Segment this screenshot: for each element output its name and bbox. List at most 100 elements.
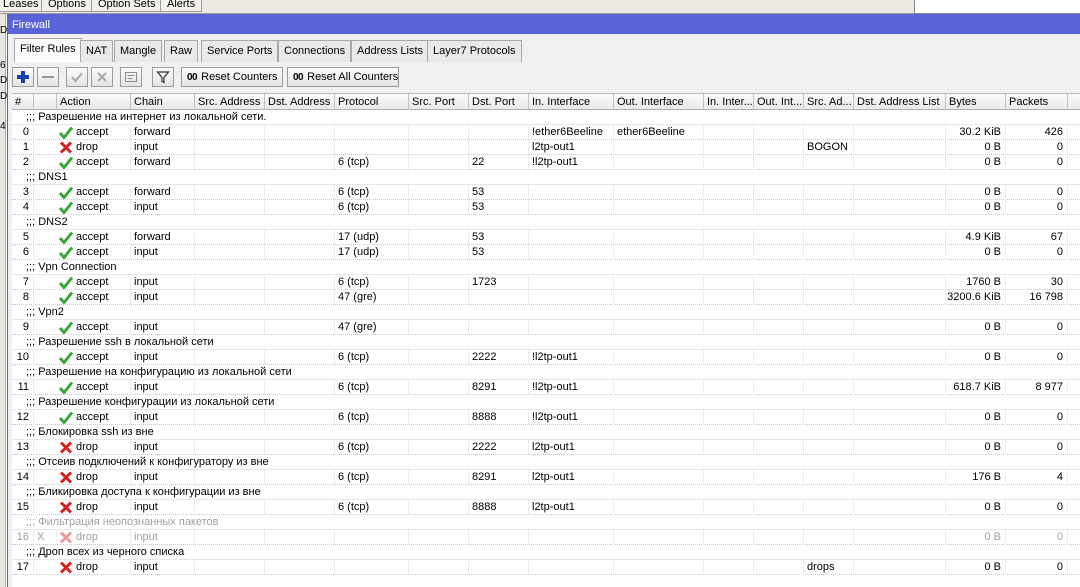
table-row[interactable]: 15 input 6 (tcp) 8888 l2tp-out1 0 B 0 drop xyxy=(12,500,1080,515)
rule-dst-address-list xyxy=(854,200,946,215)
comment-row[interactable]: ;;; Дроп всех из черного списка xyxy=(12,545,1080,560)
rule-chain: forward xyxy=(131,230,195,245)
window-title[interactable]: Firewall xyxy=(8,14,1080,34)
rule-out-interface xyxy=(614,350,704,365)
comment-button[interactable] xyxy=(120,67,142,87)
comment-row[interactable]: ;;; Отсеив подключений к конфигуратору и… xyxy=(12,455,1080,470)
rule-in-interface-list xyxy=(704,275,754,290)
column-header-src-address[interactable]: Src. Address xyxy=(195,94,265,110)
rule-chain: input xyxy=(131,200,195,215)
comment-row[interactable]: ;;; Разрешение конфигурации из локальной… xyxy=(12,395,1080,410)
bg-tab-option-sets[interactable]: Option Sets xyxy=(91,0,163,12)
column-header-in-interface-list[interactable]: In. Inter... xyxy=(704,94,754,110)
tab-layer7-protocols[interactable]: Layer7 Protocols xyxy=(427,40,522,62)
rule-dst-address xyxy=(265,185,335,200)
reset-all-counters-button[interactable]: 00 Reset All Counters xyxy=(287,67,399,87)
table-row[interactable]: 4 input 6 (tcp) 53 0 B 0 accept xyxy=(12,200,1080,215)
rule-src-address-list xyxy=(804,275,854,290)
column-header-flags[interactable] xyxy=(34,94,57,110)
bg-tab-options[interactable]: Options xyxy=(41,0,93,12)
column-header-protocol[interactable]: Protocol xyxy=(335,94,409,110)
table-row[interactable]: 13 input 6 (tcp) 2222 l2tp-out1 0 B 0 drop xyxy=(12,440,1080,455)
tab-connections[interactable]: Connections xyxy=(278,40,352,62)
column-header-action[interactable]: Action xyxy=(57,94,131,110)
table-row[interactable]: 9 input 47 (gre) 0 B 0 accept xyxy=(12,320,1080,335)
table-row[interactable]: 10 input 6 (tcp) 2222 !l2tp-out1 0 B 0 accept xyxy=(12,350,1080,365)
rule-src-address xyxy=(195,410,265,425)
comment-row[interactable]: ;;; Разрешение на конфигурацию из локаль… xyxy=(12,365,1080,380)
rule-src-port xyxy=(409,155,469,170)
tab-nat[interactable]: NAT xyxy=(80,40,114,62)
comment-row[interactable]: ;;; DNS2 xyxy=(12,215,1080,230)
rule-chain: forward xyxy=(131,185,195,200)
comment-row[interactable]: ;;; Блокировка ssh из вне xyxy=(12,425,1080,440)
rule-src-address-list xyxy=(804,155,854,170)
rule-out-interface-list xyxy=(754,350,804,365)
rule-dst-address-list xyxy=(854,440,946,455)
rule-protocol: 17 (udp) xyxy=(335,245,409,260)
rule-protocol xyxy=(335,125,409,140)
table-row[interactable]: 0 forward !ether6Beeline ether6Beeline 30.2 … xyxy=(12,125,1080,140)
rule-bytes: 618.7 KiB xyxy=(946,380,1006,395)
add-button[interactable] xyxy=(12,67,34,87)
comment-row[interactable]: ;;; Бликировка доступа к конфигурации из… xyxy=(12,485,1080,500)
bg-tab-leases[interactable]: Leases xyxy=(0,0,46,12)
column-header-number[interactable]: # xyxy=(12,94,34,110)
table-row[interactable]: 1 input l2tp-out1 BOGON 0 B 0 drop xyxy=(12,140,1080,155)
tab-address-lists[interactable]: Address Lists xyxy=(351,40,430,62)
filter-button[interactable] xyxy=(152,67,174,87)
disable-button[interactable] xyxy=(91,67,113,87)
column-header-dst-port[interactable]: Dst. Port xyxy=(469,94,529,110)
rule-action: drop xyxy=(46,140,131,155)
column-header-packets[interactable]: Packets xyxy=(1006,94,1068,110)
enable-button[interactable] xyxy=(66,67,88,87)
rule-dst-port: 2222 xyxy=(469,350,529,365)
rule-in-interface: l2tp-out1 xyxy=(529,440,614,455)
rule-src-address-list xyxy=(804,470,854,485)
table-row[interactable]: 8 input 47 (gre) 3200.6 KiB 16 798 accept xyxy=(12,290,1080,305)
table-row[interactable]: 3 forward 6 (tcp) 53 0 B 0 accept xyxy=(12,185,1080,200)
column-header-out-interface[interactable]: Out. Interface xyxy=(614,94,704,110)
column-header-chain[interactable]: Chain xyxy=(131,94,195,110)
tab-filter-rules[interactable]: Filter Rules xyxy=(14,38,82,63)
rule-dst-address xyxy=(265,560,335,575)
comment-row[interactable]: ;;; DNS1 xyxy=(12,170,1080,185)
column-header-src-port[interactable]: Src. Port xyxy=(409,94,469,110)
rule-out-interface xyxy=(614,500,704,515)
table-row[interactable]: 12 input 6 (tcp) 8888 !l2tp-out1 0 B 0 accept xyxy=(12,410,1080,425)
rule-bytes: 3200.6 KiB xyxy=(946,290,1006,305)
reset-counters-button[interactable]: 00 Reset Counters xyxy=(181,67,283,87)
rule-dst-address xyxy=(265,230,335,245)
remove-button[interactable] xyxy=(37,67,59,87)
reset-counters-label: Reset Counters xyxy=(201,71,278,83)
rule-in-interface xyxy=(529,200,614,215)
rule-chain: input xyxy=(131,380,195,395)
bg-tab-alerts[interactable]: Alerts xyxy=(160,0,203,12)
comment-row[interactable]: ;;; Разрешение ssh в локальной сети xyxy=(12,335,1080,350)
column-header-dst-address[interactable]: Dst. Address xyxy=(265,94,335,110)
table-row[interactable]: 6 input 17 (udp) 53 0 B 0 accept xyxy=(12,245,1080,260)
rule-out-interface-list xyxy=(754,200,804,215)
tab-raw[interactable]: Raw xyxy=(164,40,199,62)
tab-service-ports[interactable]: Service Ports xyxy=(201,40,279,62)
comment-row[interactable]: ;;; Разрешение на интернет из локальной … xyxy=(12,110,1080,125)
column-header-dst-address-list[interactable]: Dst. Address List xyxy=(854,94,946,110)
comment-row[interactable]: ;;; Vpn2 xyxy=(12,305,1080,320)
table-row[interactable]: 5 forward 17 (udp) 53 4.9 KiB 67 accept xyxy=(12,230,1080,245)
table-row[interactable]: 7 input 6 (tcp) 1723 1760 B 30 accept xyxy=(12,275,1080,290)
rule-dst-port: 1723 xyxy=(469,275,529,290)
tab-mangle[interactable]: Mangle xyxy=(114,40,163,62)
column-header-out-interface-list[interactable]: Out. Int... xyxy=(754,94,804,110)
comment-row[interactable]: ;;; Vpn Connection xyxy=(12,260,1080,275)
table-row[interactable]: 17 input drops 0 B 0 drop xyxy=(12,560,1080,575)
rule-comment: ;;; Разрешение на интернет из локальной … xyxy=(26,111,267,123)
rule-src-address-list: drops xyxy=(804,560,854,575)
table-row[interactable]: 14 input 6 (tcp) 8291 l2tp-out1 176 B 4 drop xyxy=(12,470,1080,485)
column-header-src-address-list[interactable]: Src. Ad... xyxy=(804,94,854,110)
column-header-in-interface[interactable]: In. Interface xyxy=(529,94,614,110)
table-row[interactable]: 11 input 6 (tcp) 8291 !l2tp-out1 618.7 KiB 8 9… xyxy=(12,380,1080,395)
column-header-bytes[interactable]: Bytes xyxy=(946,94,1006,110)
table-row[interactable]: 2 forward 6 (tcp) 22 !l2tp-out1 0 B 0 accept xyxy=(12,155,1080,170)
comment-row[interactable]: ;;; Фильтрация неопознанных пакетов xyxy=(12,515,1080,530)
table-row[interactable]: 16 input 0 B 0 Xdrop xyxy=(12,530,1080,545)
